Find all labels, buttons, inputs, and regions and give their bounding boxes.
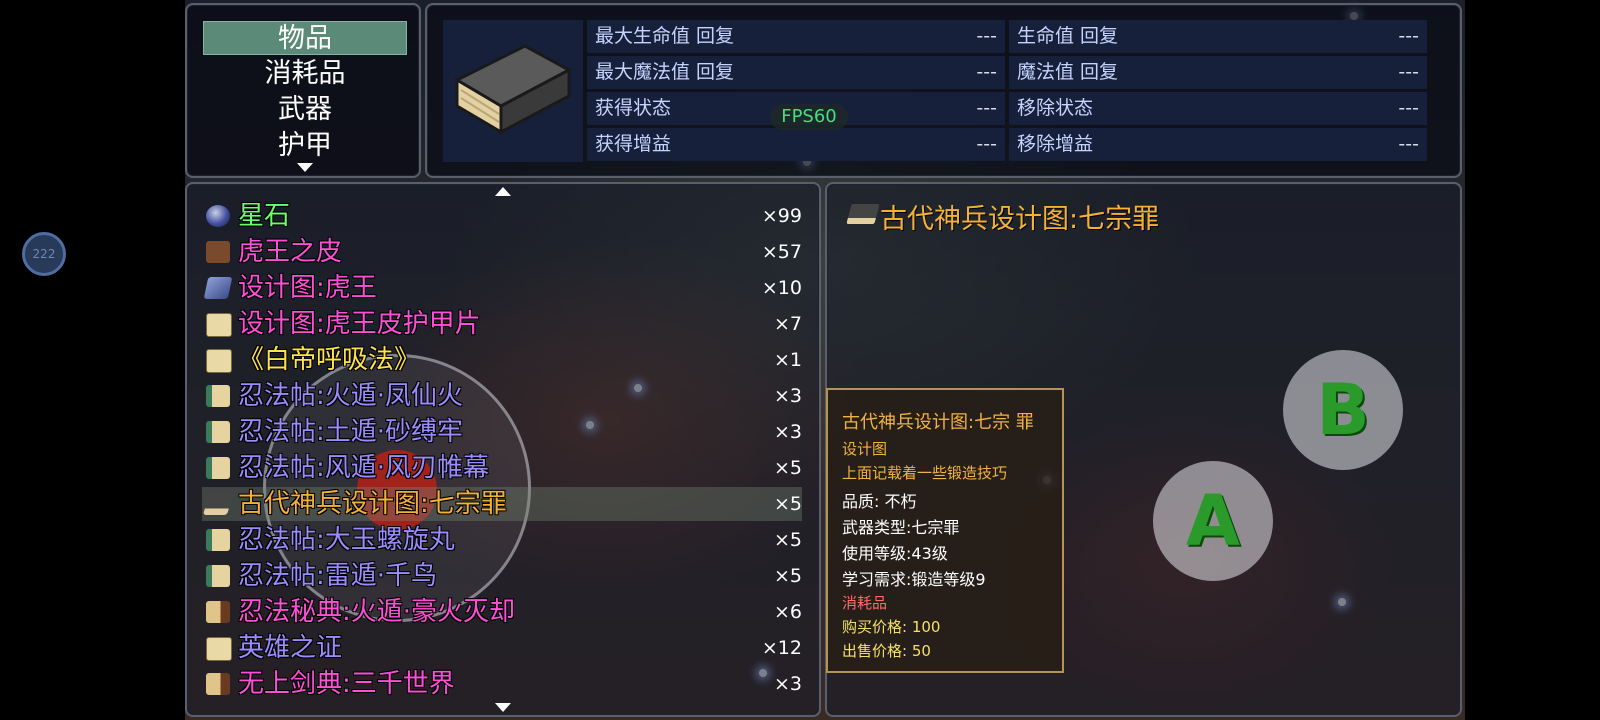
item-name: 忍法帖:土遁·砂缚牢 xyxy=(238,417,464,447)
network-badge[interactable]: 222 xyxy=(22,232,66,276)
list-item[interactable]: 忍法帖:大玉螺旋丸 ×5 xyxy=(202,523,802,557)
scroll-icon xyxy=(206,565,230,587)
item-quantity: ×5 xyxy=(773,529,802,551)
item-quantity: ×5 xyxy=(773,565,802,587)
item-name: 设计图:虎王 xyxy=(238,273,377,303)
scroll-down-icon[interactable] xyxy=(495,703,511,712)
book-icon xyxy=(203,493,233,515)
fps-counter: FPS60 xyxy=(770,104,848,130)
item-name: 忍法帖:风遁·风刃帷幕 xyxy=(238,453,490,483)
a-button[interactable]: A xyxy=(1153,461,1273,581)
item-name: 《白帝呼吸法》 xyxy=(238,345,421,375)
stat-remove-state: 移除状态 --- xyxy=(1009,92,1427,125)
tooltip-title: 古代神兵设计图:七宗 罪 xyxy=(842,412,1034,433)
item-quantity: ×12 xyxy=(761,637,802,659)
tooltip-buy-price: 购买价格: 100 xyxy=(842,618,941,636)
stat-add-buff: 获得增益 --- xyxy=(587,128,1005,161)
list-item[interactable]: 忍法帖:风遁·风刃帷幕 ×5 xyxy=(202,451,802,485)
list-item[interactable]: 星石 ×99 xyxy=(202,199,802,233)
pelt-icon xyxy=(206,241,230,263)
b-button[interactable]: B xyxy=(1283,350,1403,470)
item-quantity: ×10 xyxy=(761,277,802,299)
item-quantity: ×7 xyxy=(773,313,802,335)
item-name: 虎王之皮 xyxy=(238,237,343,267)
book-icon xyxy=(846,204,880,224)
tome-icon xyxy=(206,673,230,695)
paper-icon xyxy=(206,313,232,337)
tooltip-use-level: 使用等级:43级 xyxy=(842,544,948,563)
item-name: 忍法帖:大玉螺旋丸 xyxy=(238,525,455,555)
item-quantity: ×57 xyxy=(761,241,802,263)
list-item[interactable]: 无上剑典:三千世界 ×3 xyxy=(202,667,802,701)
list-item[interactable]: 忍法帖:土遁·砂缚牢 ×3 xyxy=(202,415,802,449)
category-items[interactable]: 物品 xyxy=(203,21,407,55)
item-name: 星石 xyxy=(238,201,291,231)
item-quantity: ×3 xyxy=(773,421,802,443)
category-weapons[interactable]: 武器 xyxy=(203,93,407,127)
stat-max-hp: 最大生命值 回复 --- xyxy=(587,20,1005,53)
item-name: 忍法帖:火遁·凤仙火 xyxy=(238,381,464,411)
list-item[interactable]: 忍法帖:火遁·凤仙火 ×3 xyxy=(202,379,802,413)
category-consumables[interactable]: 消耗品 xyxy=(203,57,407,91)
tooltip-requirement: 学习需求:锻造等级9 xyxy=(842,570,986,589)
category-menu: 物品 消耗品 武器 护甲 xyxy=(185,3,421,178)
item-tooltip: 古代神兵设计图:七宗 罪 设计图 上面记载着一些锻造技巧 品质: 不朽 武器类型… xyxy=(826,388,1064,673)
list-item[interactable]: 古代神兵设计图:七宗罪 ×5 xyxy=(202,487,802,521)
tome-icon xyxy=(206,601,230,623)
scroll-down-icon[interactable] xyxy=(297,163,313,172)
list-item[interactable]: 忍法秘典:火遁·豪火灭却 ×6 xyxy=(202,595,802,629)
detail-title: 古代神兵设计图:七宗罪 xyxy=(880,204,1160,235)
list-item[interactable]: 虎王之皮 ×57 xyxy=(202,235,802,269)
item-quantity: ×99 xyxy=(761,205,802,227)
item-quantity: ×3 xyxy=(773,673,802,695)
item-name: 无上剑典:三千世界 xyxy=(238,669,455,699)
blueprint-icon xyxy=(203,277,233,299)
scroll-icon xyxy=(206,529,230,551)
tooltip-weapon-type: 武器类型:七宗罪 xyxy=(842,518,960,537)
category-armor[interactable]: 护甲 xyxy=(203,129,407,163)
scroll-icon xyxy=(206,457,230,479)
item-name: 英雄之证 xyxy=(238,633,343,663)
item-name: 设计图:虎王皮护甲片 xyxy=(238,309,481,339)
stat-mp: 魔法值 回复 --- xyxy=(1009,56,1427,89)
tooltip-quality: 品质: 不朽 xyxy=(842,492,917,511)
item-name: 古代神兵设计图:七宗罪 xyxy=(238,489,507,519)
item-name: 忍法秘典:火遁·豪火灭却 xyxy=(238,597,516,627)
list-item[interactable]: 《白帝呼吸法》 ×1 xyxy=(202,343,802,377)
list-item[interactable]: 设计图:虎王皮护甲片 ×7 xyxy=(202,307,802,341)
stat-remove-buff: 移除增益 --- xyxy=(1009,128,1427,161)
tooltip-sell-price: 出售价格: 50 xyxy=(842,642,931,660)
list-item[interactable]: 忍法帖:雷遁·千鸟 ×5 xyxy=(202,559,802,593)
paper-icon xyxy=(206,349,232,373)
item-quantity: ×1 xyxy=(773,349,802,371)
scroll-icon xyxy=(206,421,230,443)
book-icon xyxy=(453,44,573,135)
item-effects-panel: 最大生命值 回复 --- 生命值 回复 --- 最大魔法值 回复 --- 魔法值 回复… xyxy=(425,3,1462,178)
tooltip-type: 设计图 xyxy=(842,440,888,458)
tooltip-description: 上面记载着一些锻造技巧 xyxy=(842,464,1008,482)
item-quantity: ×5 xyxy=(773,457,802,479)
list-item[interactable]: 设计图:虎王 ×10 xyxy=(202,271,802,305)
stat-max-mp: 最大魔法值 回复 --- xyxy=(587,56,1005,89)
scroll-up-icon[interactable] xyxy=(495,187,511,196)
stat-hp: 生命值 回复 --- xyxy=(1009,20,1427,53)
item-quantity: ×5 xyxy=(773,493,802,515)
item-name: 忍法帖:雷遁·千鸟 xyxy=(238,561,438,591)
list-item[interactable]: 英雄之证 ×12 xyxy=(202,631,802,665)
item-preview xyxy=(443,20,583,162)
item-quantity: ×6 xyxy=(773,601,802,623)
item-quantity: ×3 xyxy=(773,385,802,407)
paper-icon xyxy=(206,637,232,661)
scroll-icon xyxy=(206,385,230,407)
orb-icon xyxy=(206,205,230,227)
tooltip-consumable: 消耗品 xyxy=(842,594,888,612)
